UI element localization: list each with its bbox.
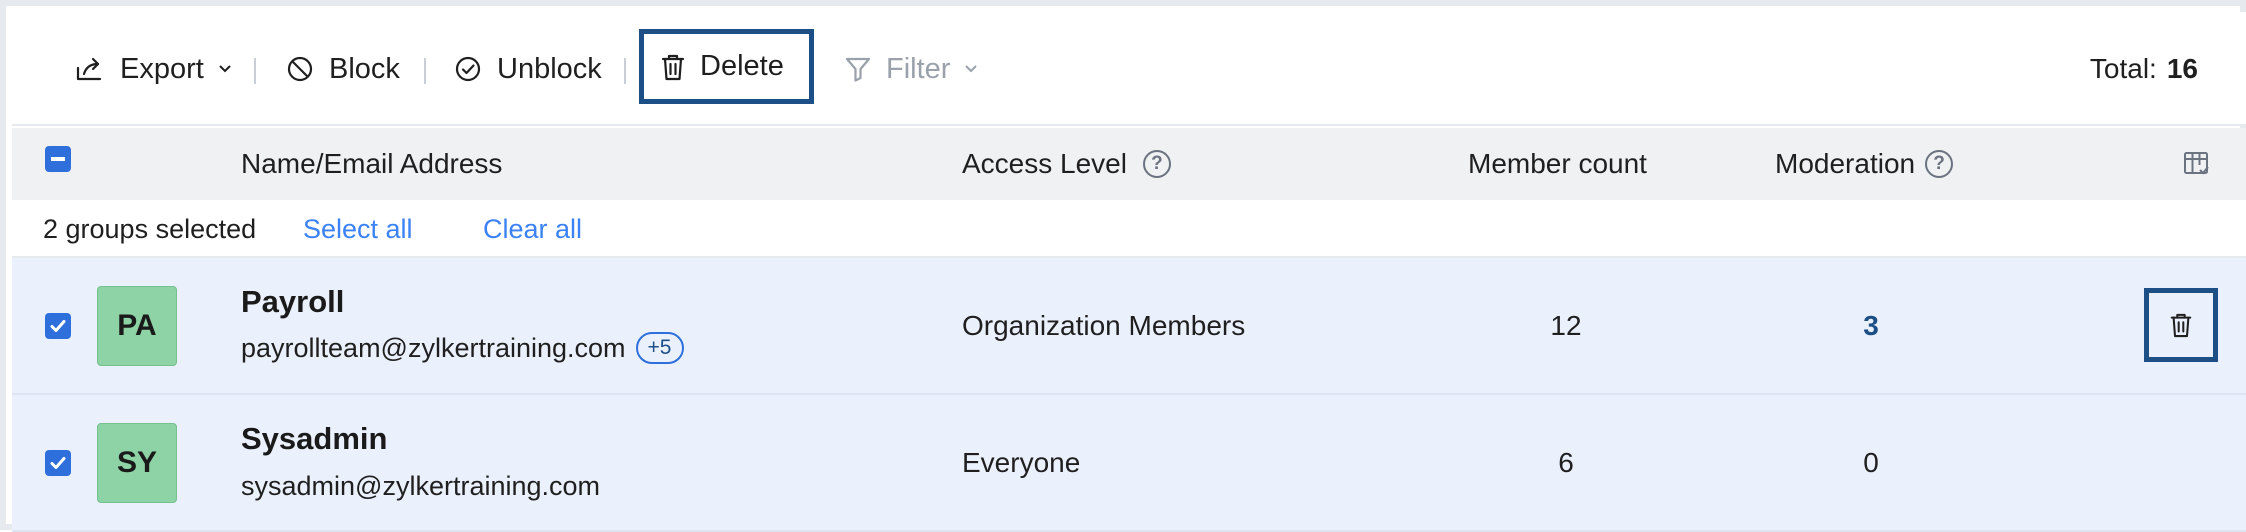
question-icon[interactable]: ? bbox=[1925, 150, 1954, 178]
row-checkbox[interactable] bbox=[45, 450, 71, 476]
toolbar-divider bbox=[424, 58, 426, 84]
group-email: payrollteam@zylkertraining.com +5 bbox=[241, 332, 684, 364]
chevron-down-icon bbox=[964, 64, 978, 74]
access-level: Everyone bbox=[962, 447, 1081, 478]
column-header-moderation[interactable]: Moderation ? bbox=[1775, 128, 1954, 200]
block-button[interactable]: Block bbox=[285, 12, 400, 126]
unblock-label: Unblock bbox=[497, 52, 602, 85]
export-label: Export bbox=[120, 52, 204, 85]
member-count: 6 bbox=[1558, 447, 1574, 478]
selection-bar: 2 groups selected Select all Clear all bbox=[12, 200, 2246, 258]
column-header-name[interactable]: Name/Email Address bbox=[241, 128, 502, 200]
group-email: sysadmin@zylkertraining.com bbox=[241, 471, 600, 502]
member-count: 12 bbox=[1550, 310, 1582, 341]
more-emails-badge[interactable]: +5 bbox=[635, 332, 684, 364]
block-label: Block bbox=[329, 52, 400, 85]
column-header-name-label: Name/Email Address bbox=[241, 148, 503, 179]
check-circle-icon bbox=[453, 54, 483, 84]
total-value: 16 bbox=[2166, 53, 2198, 84]
row-checkbox[interactable] bbox=[45, 313, 71, 339]
delete-label: Delete bbox=[700, 50, 784, 82]
column-header-access-label: Access Level bbox=[962, 148, 1127, 179]
group-email-text: payrollteam@zylkertraining.com bbox=[241, 332, 626, 363]
selection-summary: 2 groups selected bbox=[43, 213, 257, 244]
table-header: Name/Email Address Access Level ? Member… bbox=[12, 128, 2246, 200]
column-header-moderation-label: Moderation bbox=[1775, 148, 1916, 179]
column-header-members-label: Member count bbox=[1468, 148, 1647, 179]
toolbar-divider bbox=[254, 58, 256, 84]
moderation-count[interactable]: 0 bbox=[1811, 447, 1931, 479]
toolbar: Export Block Unblock Delete Filter Total… bbox=[12, 12, 2246, 126]
export-button[interactable]: Export bbox=[74, 12, 232, 126]
group-name[interactable]: Payroll bbox=[241, 284, 344, 320]
filter-icon bbox=[844, 55, 872, 83]
unblock-button[interactable]: Unblock bbox=[453, 12, 602, 126]
total-count: Total: 16 bbox=[2090, 12, 2198, 126]
trash-icon bbox=[660, 52, 686, 82]
groups-panel: Export Block Unblock Delete Filter Total… bbox=[0, 0, 2246, 532]
delete-button[interactable]: Delete bbox=[639, 29, 814, 104]
clear-all-link[interactable]: Clear all bbox=[483, 200, 582, 258]
table-row[interactable]: PA Payroll payrollteam@zylkertraining.co… bbox=[12, 258, 2246, 395]
question-icon[interactable]: ? bbox=[1142, 150, 1171, 178]
avatar: SY bbox=[97, 423, 177, 503]
export-icon bbox=[74, 54, 104, 84]
group-email-text: sysadmin@zylkertraining.com bbox=[241, 471, 601, 501]
avatar: PA bbox=[97, 286, 177, 366]
row-delete-button[interactable] bbox=[2144, 288, 2218, 362]
table-row[interactable]: SY Sysadmin sysadmin@zylkertraining.com … bbox=[12, 395, 2246, 532]
select-all-link[interactable]: Select all bbox=[303, 200, 413, 258]
moderation-count[interactable]: 3 bbox=[1811, 310, 1931, 342]
filter-label: Filter bbox=[886, 52, 951, 85]
group-name[interactable]: Sysadmin bbox=[241, 421, 387, 457]
total-label: Total: bbox=[2089, 53, 2157, 84]
column-header-members[interactable]: Member count bbox=[1468, 128, 1647, 200]
toolbar-divider bbox=[624, 58, 626, 84]
select-all-checkbox[interactable] bbox=[45, 146, 71, 172]
filter-button[interactable]: Filter bbox=[844, 12, 978, 126]
block-icon bbox=[285, 54, 315, 84]
trash-icon bbox=[2169, 311, 2193, 339]
column-settings-icon[interactable] bbox=[2182, 128, 2212, 200]
access-level: Organization Members bbox=[962, 310, 1246, 341]
chevron-down-icon bbox=[218, 64, 232, 74]
column-header-access[interactable]: Access Level ? bbox=[962, 128, 1171, 200]
